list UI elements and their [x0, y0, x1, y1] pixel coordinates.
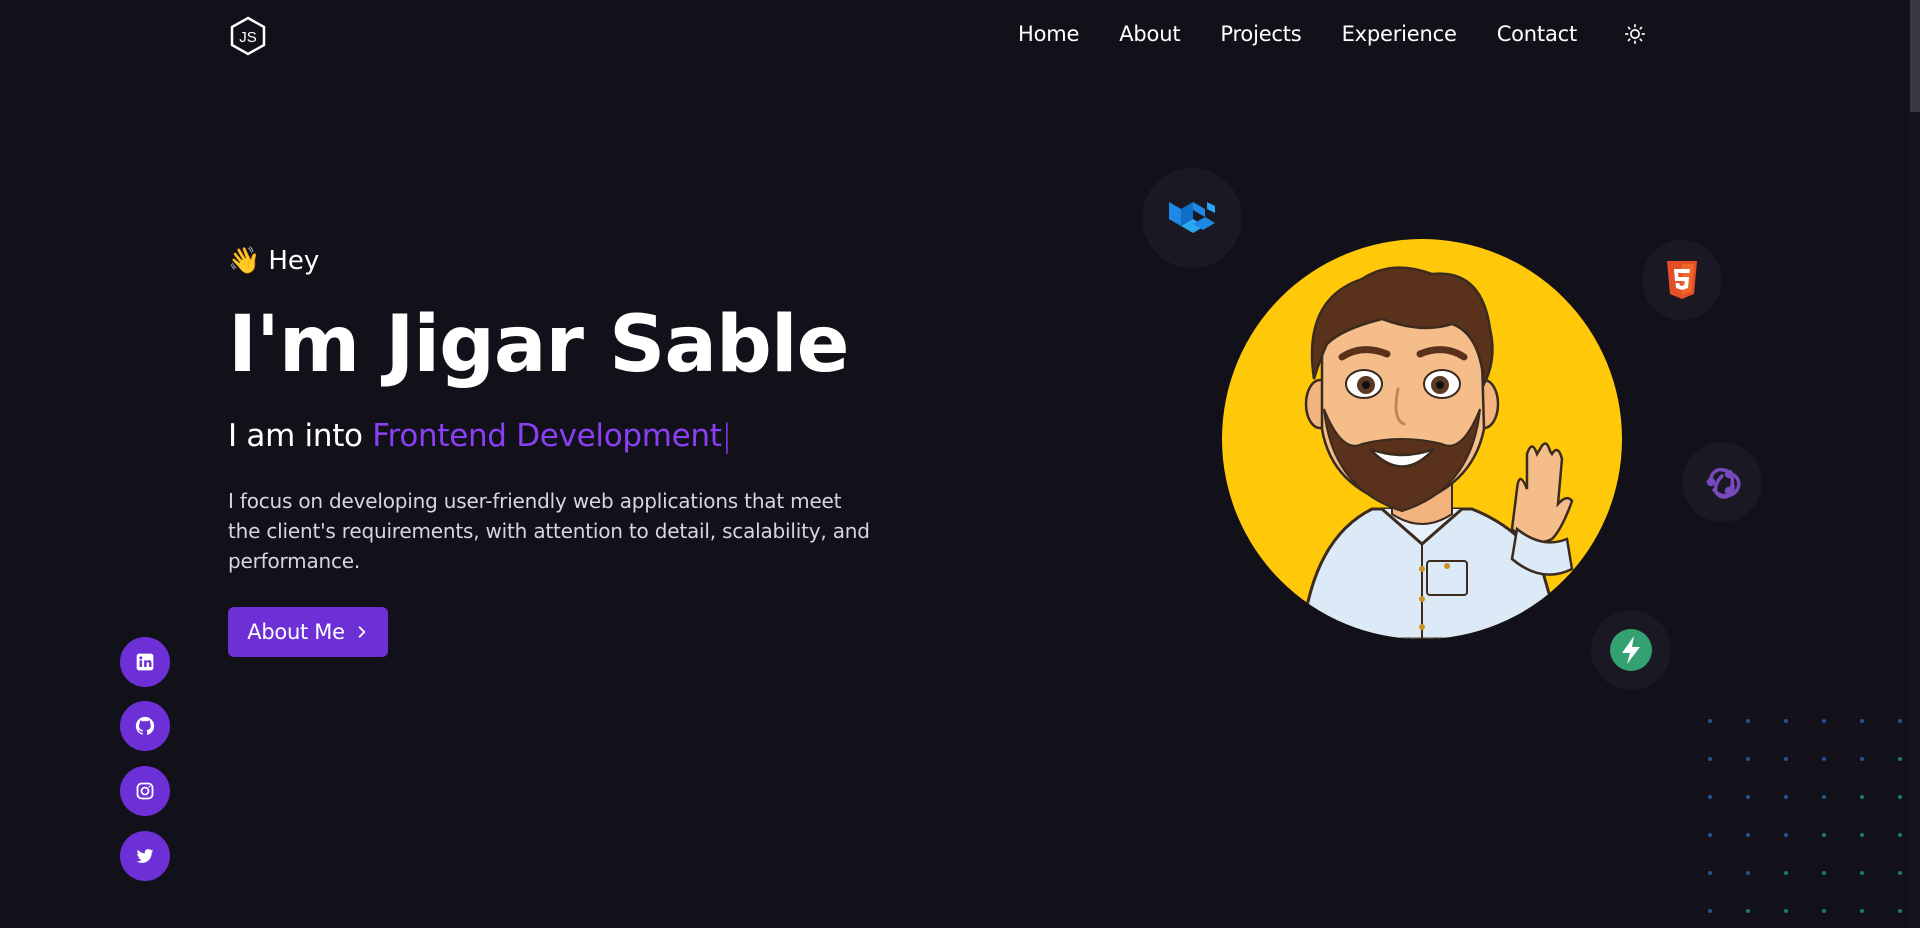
greeting-text: Hey	[268, 246, 320, 276]
decorative-dot	[1860, 909, 1864, 913]
svg-text:JS: JS	[239, 29, 257, 46]
decorative-dot	[1822, 719, 1826, 723]
decorative-dot	[1898, 871, 1902, 875]
decorative-dot	[1822, 757, 1826, 761]
decorative-dot	[1746, 909, 1750, 913]
decorative-dot	[1898, 719, 1902, 723]
hero-description: I focus on developing user-friendly web …	[228, 489, 870, 573]
github-icon[interactable]	[120, 701, 170, 751]
waving-hand-icon: 👋	[228, 246, 261, 276]
decorative-dot	[1822, 871, 1826, 875]
avatar	[1222, 239, 1622, 639]
navbar: JS Home About Projects Experience Contac…	[0, 0, 1920, 74]
decorative-dot	[1898, 833, 1902, 837]
scrollbar-thumb[interactable]	[1910, 0, 1920, 112]
about-me-label: About Me	[247, 620, 345, 644]
about-me-button[interactable]: About Me	[228, 607, 388, 657]
tagline-prefix: I am into	[228, 418, 373, 454]
hero-tagline: I am into Frontend Development|	[228, 418, 732, 454]
decorative-dot	[1708, 795, 1712, 799]
decorative-dot	[1708, 909, 1712, 913]
decorative-dot	[1708, 871, 1712, 875]
material-ui-icon	[1142, 168, 1242, 268]
decorative-dot	[1746, 871, 1750, 875]
decorative-dot	[1708, 757, 1712, 761]
linkedin-icon[interactable]	[120, 637, 170, 687]
decorative-dot	[1822, 795, 1826, 799]
typing-cursor: |	[721, 418, 732, 454]
nav-link-projects[interactable]: Projects	[1220, 22, 1301, 46]
supabase-icon	[1591, 610, 1671, 690]
instagram-icon[interactable]	[120, 766, 170, 816]
decorative-dot	[1898, 795, 1902, 799]
decorative-dot	[1898, 757, 1902, 761]
greeting: 👋 Hey	[228, 246, 319, 276]
nav-link-home[interactable]: Home	[1018, 22, 1079, 46]
decorative-dot	[1784, 909, 1788, 913]
decorative-dot	[1860, 795, 1864, 799]
decorative-dot	[1860, 719, 1864, 723]
decorative-dot	[1746, 757, 1750, 761]
decorative-dot	[1822, 909, 1826, 913]
decorative-dot-grid	[1704, 715, 1920, 928]
html5-icon	[1642, 240, 1722, 320]
twitter-icon[interactable]	[120, 831, 170, 881]
decorative-dot	[1860, 871, 1864, 875]
nav-link-contact[interactable]: Contact	[1497, 22, 1578, 46]
decorative-dot	[1860, 833, 1864, 837]
redux-icon	[1682, 442, 1762, 522]
decorative-dot	[1746, 833, 1750, 837]
sun-icon[interactable]	[1623, 22, 1647, 46]
decorative-dot	[1746, 719, 1750, 723]
decorative-dot	[1746, 795, 1750, 799]
decorative-dot	[1898, 909, 1902, 913]
tagline-role: Frontend Development	[372, 418, 722, 454]
decorative-dot	[1784, 757, 1788, 761]
nav-link-about[interactable]: About	[1119, 22, 1180, 46]
nav-links: Home About Projects Experience Contact	[1018, 22, 1647, 46]
decorative-dot	[1784, 719, 1788, 723]
js-logo-icon[interactable]: JS	[228, 16, 268, 56]
decorative-dot	[1708, 833, 1712, 837]
decorative-dot	[1784, 795, 1788, 799]
chevron-right-icon	[358, 626, 365, 638]
hero-name: I'm Jigar Sable	[228, 300, 849, 390]
decorative-dot	[1784, 871, 1788, 875]
nav-link-experience[interactable]: Experience	[1342, 22, 1457, 46]
decorative-dot	[1860, 757, 1864, 761]
decorative-dot	[1822, 833, 1826, 837]
decorative-dot	[1708, 719, 1712, 723]
decorative-dot	[1784, 833, 1788, 837]
